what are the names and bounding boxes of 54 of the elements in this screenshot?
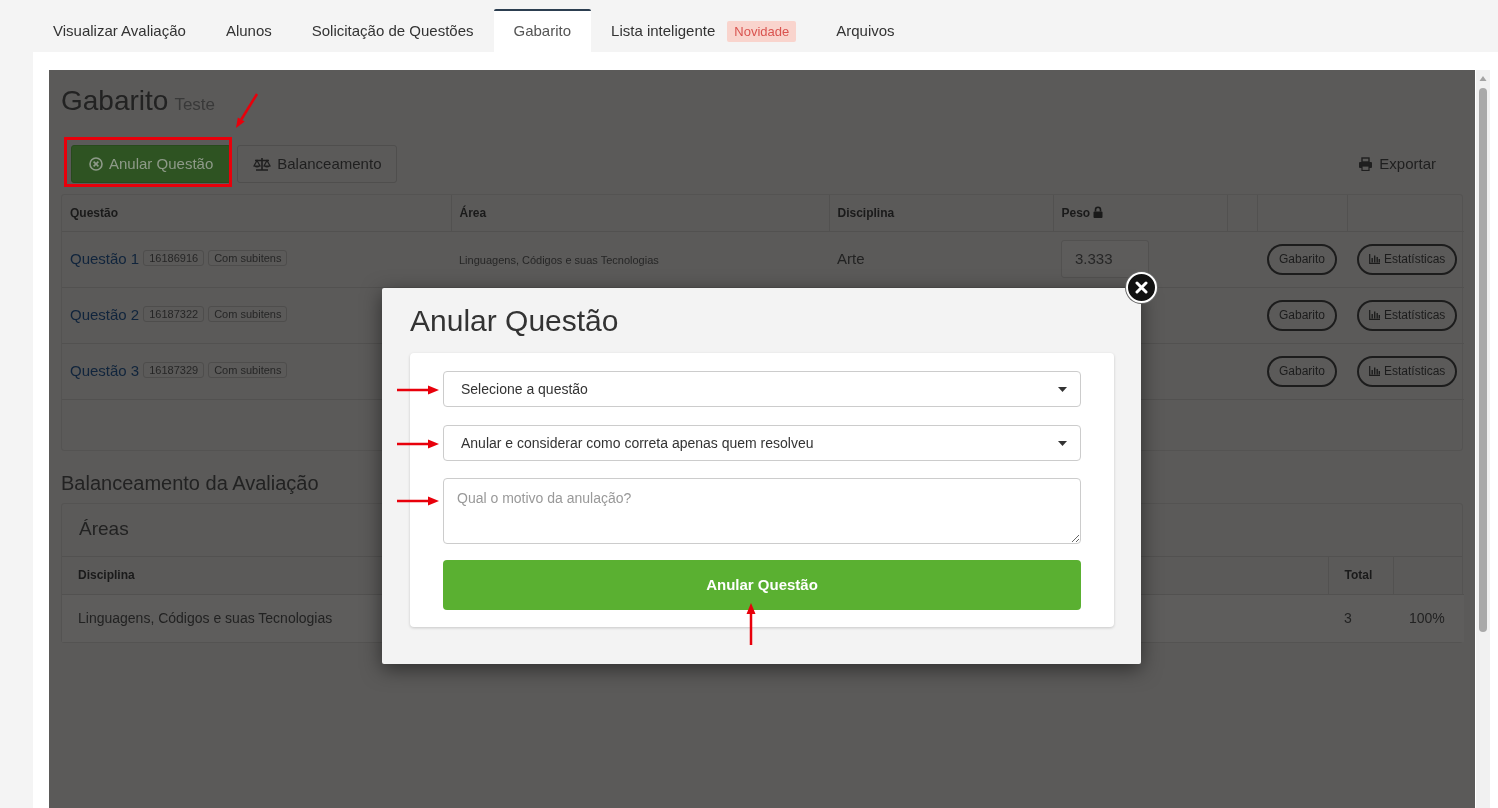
arrow-icon [397,385,439,395]
caret-down-icon [1058,440,1067,446]
reason-field[interactable]: Qual o motivo da anulação? [443,478,1081,544]
arrow-icon [746,603,756,645]
column-header: Peso [1061,205,1091,220]
answer-key-button[interactable]: Gabarito [1267,243,1338,275]
statistics-button[interactable]: Estatísticas [1357,299,1458,331]
percent-text: 100% [1409,609,1445,626]
select-field[interactable]: Selecione a questão [443,371,1081,407]
tab[interactable]: Gabarito [493,9,592,52]
balance-button[interactable]: Balanceamento [237,145,398,183]
close-button[interactable] [1126,272,1157,303]
discipline-text: Arte [837,250,865,267]
question-link[interactable]: Questão 3 [70,362,140,379]
tab[interactable]: Solicitação de Questões [291,9,494,52]
modal-title: Anular Questão [410,303,619,339]
tab[interactable]: Lista inteligente Novidade [591,9,817,52]
panel-title: Áreas [79,517,129,542]
close-icon [1135,281,1148,294]
bar-chart-icon [1369,310,1380,320]
export-button[interactable]: Exportar [1358,152,1436,176]
statistics-button[interactable]: Estatísticas [1357,355,1458,387]
question-link[interactable]: Questão 1 [70,250,140,267]
caret-down-icon [1058,386,1067,392]
arrow-icon [397,439,439,449]
scrollbar[interactable] [1476,70,1490,808]
section-title: Balanceamento da Avaliação [61,470,319,496]
new-badge: Novidade [727,20,797,43]
scale-icon [253,156,272,172]
column-header: Disciplina [837,205,895,220]
tab[interactable]: Visualizar Avaliação [33,9,206,52]
total-text: 3 [1344,609,1352,626]
column-header: Total [1344,568,1373,583]
bar-chart-icon [1369,366,1380,376]
column-header: Área [459,205,487,220]
arrow-icon [397,496,439,506]
statistics-button[interactable]: Estatísticas [1357,243,1458,275]
bar-chart-icon [1369,254,1380,264]
lock-icon [1093,205,1104,218]
weight-field[interactable]: 3.333 [1061,240,1149,278]
select-field[interactable]: Anular e considerar como correta apenas quem resolveu [443,425,1081,461]
submit-button[interactable]: Anular Questão [443,560,1081,610]
answer-key-button[interactable]: Gabarito [1267,355,1338,387]
cancel-question-button[interactable]: Anular Questão [71,145,232,183]
tab[interactable]: Arquivos [816,9,915,52]
answer-key-button[interactable]: Gabarito [1267,299,1338,331]
tab[interactable]: Alunos [205,9,292,52]
cancel-circle-icon [89,157,103,171]
column-header: Disciplina [78,568,135,583]
discipline-text: Linguagens, Códigos e suas Tecnologias [78,609,333,626]
page-title: Gabarito [61,85,169,116]
column-header: Questão [70,205,118,220]
question-link[interactable]: Questão 2 [70,306,140,323]
printer-icon [1358,157,1374,171]
